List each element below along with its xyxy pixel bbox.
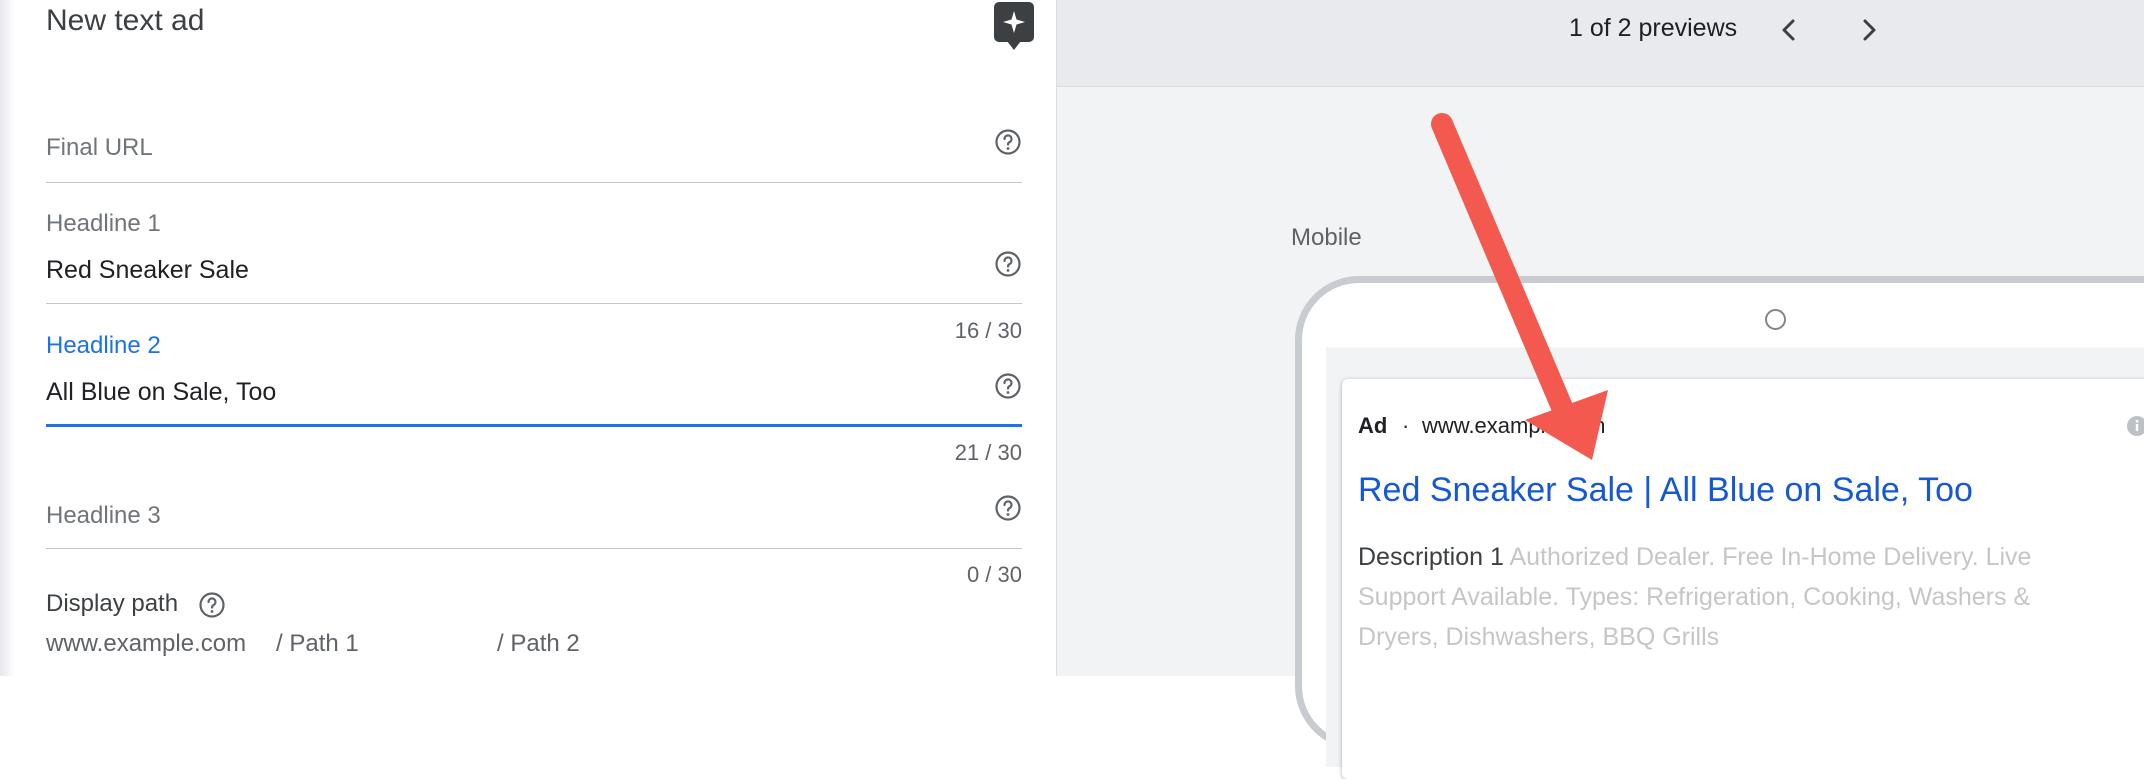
path-1-input[interactable]: / Path 1 bbox=[276, 630, 359, 658]
help-icon[interactable] bbox=[198, 591, 226, 619]
ad-preview-panel: 1 of 2 previews Mobile Ad · www.example.… bbox=[1056, 0, 2144, 779]
headline-2-input[interactable]: All Blue on Sale, Too bbox=[46, 378, 276, 407]
final-url-label: Final URL bbox=[46, 134, 153, 161]
headline-1-input[interactable]: Red Sneaker Sale bbox=[46, 256, 249, 285]
help-icon[interactable] bbox=[994, 250, 1022, 278]
help-icon[interactable] bbox=[994, 128, 1022, 156]
headline-1-underline bbox=[46, 303, 1022, 304]
headline-2-counter: 21 / 30 bbox=[954, 440, 1022, 465]
ad-display-url: www.example.com bbox=[1422, 413, 1606, 438]
help-icon[interactable] bbox=[994, 372, 1022, 400]
ad-editor-panel: New text ad Final URL Headline 1 Red Sne… bbox=[0, 0, 1056, 676]
ad-separator: · bbox=[1402, 413, 1410, 438]
info-icon[interactable] bbox=[2126, 415, 2144, 437]
description-label: Description 1 bbox=[1358, 543, 1504, 571]
ad-badge: Ad bbox=[1358, 413, 1388, 438]
help-icon[interactable] bbox=[994, 494, 1022, 522]
preview-toolbar: 1 of 2 previews bbox=[1057, 0, 2144, 87]
headline-1-field[interactable]: Headline 1 Red Sneaker Sale 16 / 30 bbox=[46, 210, 1022, 343]
path-2-input[interactable]: / Path 2 bbox=[497, 630, 580, 658]
ad-preview-card: Ad · www.example.com Red Sneaker Sale | … bbox=[1342, 379, 2144, 779]
headline-3-label: Headline 3 bbox=[46, 502, 161, 529]
chevron-right-icon[interactable] bbox=[1853, 14, 1885, 46]
final-url-field[interactable]: Final URL bbox=[46, 120, 1022, 184]
device-label: Mobile bbox=[1291, 224, 1362, 251]
headline-1-label: Headline 1 bbox=[46, 210, 161, 237]
ad-description: Description 1 Authorized Dealer. Free In… bbox=[1358, 537, 2098, 657]
chevron-left-icon[interactable] bbox=[1773, 14, 1805, 46]
headline-3-counter: 0 / 30 bbox=[966, 562, 1022, 587]
final-url-underline bbox=[46, 182, 1022, 183]
display-path-label: Display path bbox=[46, 590, 179, 617]
ad-headline-link[interactable]: Red Sneaker Sale | All Blue on Sale, Too bbox=[1358, 471, 1973, 510]
ai-assist-button[interactable] bbox=[994, 2, 1034, 50]
sparkle-icon bbox=[1003, 11, 1025, 33]
headline-2-label: Headline 2 bbox=[46, 332, 161, 359]
headline-3-field[interactable]: Headline 3 0 / 30 bbox=[46, 490, 1022, 587]
phone-screen: Ad · www.example.com Red Sneaker Sale | … bbox=[1326, 347, 2144, 779]
headline-3-underline bbox=[46, 548, 1022, 549]
phone-frame: Ad · www.example.com Red Sneaker Sale | … bbox=[1295, 276, 2144, 779]
phone-camera bbox=[1765, 309, 1786, 330]
panel-shadow bbox=[0, 0, 15, 676]
headline-2-field[interactable]: Headline 2 All Blue on Sale, Too 21 / 30 bbox=[46, 332, 1022, 465]
display-path-domain: www.example.com bbox=[46, 630, 247, 657]
panel-title: New text ad bbox=[46, 4, 205, 37]
headline-2-underline bbox=[46, 424, 1022, 427]
preview-count: 1 of 2 previews bbox=[1569, 14, 1738, 42]
